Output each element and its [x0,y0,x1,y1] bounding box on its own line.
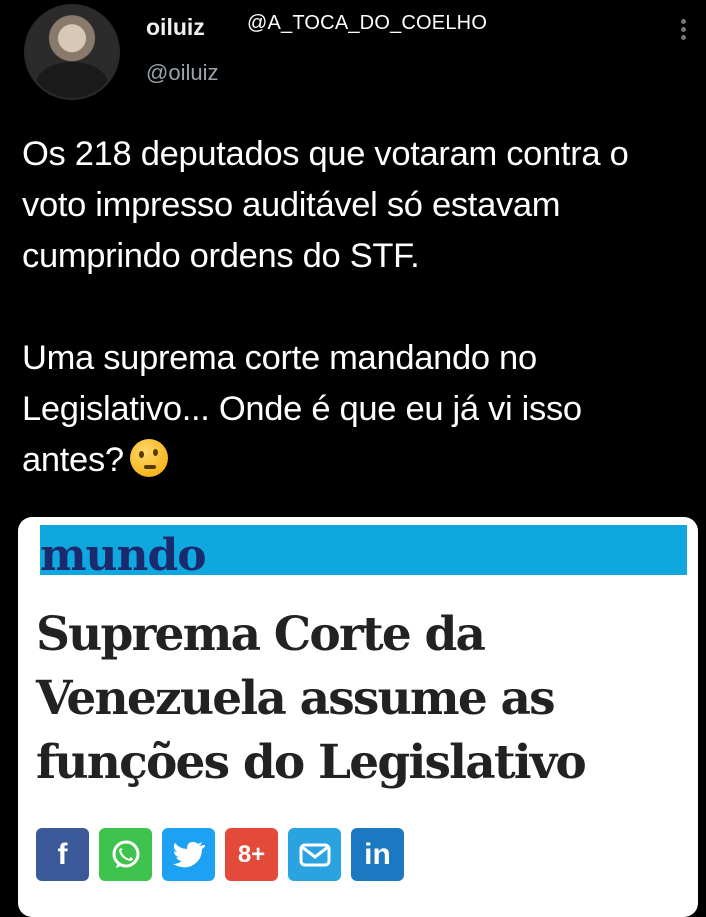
share-buttons: f 8+ in [36,828,404,881]
google-plus-share-button[interactable]: 8+ [225,828,278,881]
tweet-paragraph-2: Uma suprema corte mandando no Legislativ… [22,333,682,486]
email-share-button[interactable] [288,828,341,881]
tweet-text: Os 218 deputados que votaram contra o vo… [22,129,682,486]
display-name[interactable]: oiluiz [146,14,205,41]
tweet-paragraph-2-text: Uma suprema corte mandando no Legislativ… [22,339,582,479]
article-headline[interactable]: Suprema Corte da Venezuela assume as fun… [36,603,686,795]
email-icon [299,843,330,866]
facebook-share-button[interactable]: f [36,828,89,881]
linkedin-share-button[interactable]: in [351,828,404,881]
more-vertical-icon[interactable] [677,16,689,46]
whatsapp-share-button[interactable] [99,828,152,881]
tweet-paragraph-1: Os 218 deputados que votaram contra o vo… [22,135,629,275]
avatar[interactable] [24,4,120,100]
twitter-icon [172,841,205,867]
article-card[interactable]: mundo Suprema Corte da Venezuela assume … [18,517,698,917]
thinking-face-icon [129,439,168,477]
facebook-icon: f [57,837,68,871]
user-handle[interactable]: @oiluiz [146,60,218,86]
section-label: mundo [40,530,207,581]
twitter-share-button[interactable] [162,828,215,881]
whatsapp-icon [112,840,139,868]
watermark-text: @A_TOCA_DO_COELHO [247,12,488,34]
linkedin-icon: in [364,837,391,871]
google-plus-icon: 8+ [237,840,266,868]
